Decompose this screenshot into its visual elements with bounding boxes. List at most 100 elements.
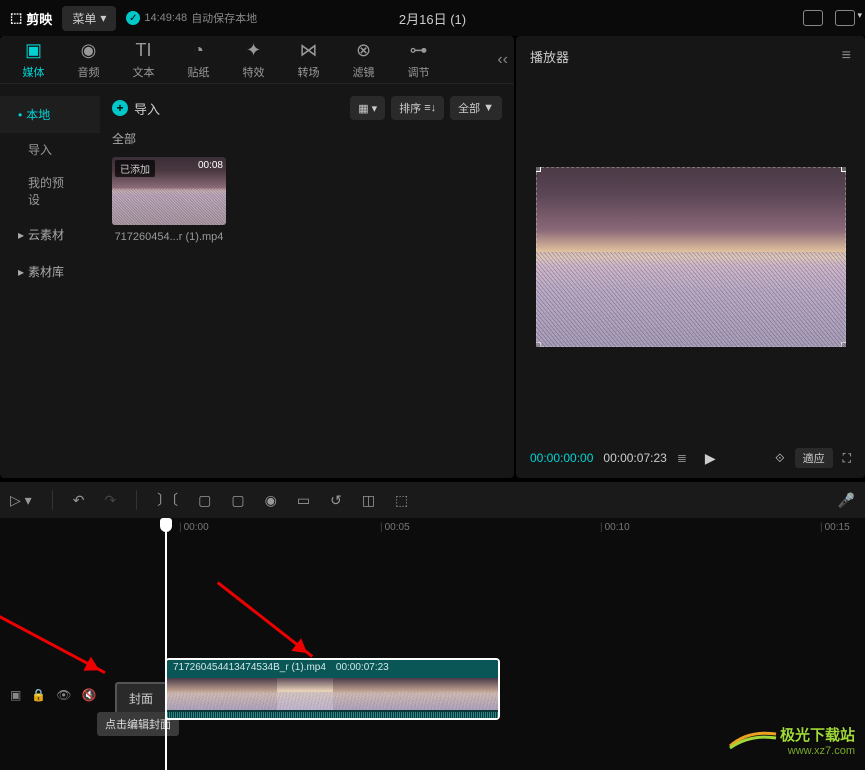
collapse-icon[interactable]: ▣	[10, 688, 21, 702]
handle-top-left[interactable]	[536, 167, 541, 172]
time-total: 00:00:07:23	[603, 451, 666, 465]
all-label: 全部	[458, 100, 480, 116]
tab-media[interactable]: ▣ 媒体	[6, 40, 61, 80]
filter-all-button[interactable]: 全部 ▼	[450, 96, 502, 120]
audio-icon: ◉	[81, 40, 97, 61]
watermark-sub: www.xz7.com	[780, 745, 855, 757]
section-title: 全部	[112, 130, 502, 147]
sort-button[interactable]: 排序 ≡↓	[391, 96, 444, 120]
lock-icon[interactable]: 🔒	[31, 688, 46, 702]
tick-label: 00:05	[380, 522, 410, 533]
top-right-controls: ▾	[803, 10, 855, 26]
timeline-ruler[interactable]: 00:00 00:05 00:10 00:15	[165, 518, 865, 540]
split-icon[interactable]: 〕〔	[157, 490, 178, 510]
freeze-icon[interactable]: ⬚	[395, 492, 408, 509]
redo-button[interactable]: ↷	[104, 492, 116, 509]
mic-icon[interactable]: 🎤	[838, 492, 855, 509]
tab-bar: ▣ 媒体 ◉ 音频 TI 文本 ◔ 贴纸 ✦ 特效 ⋈ 转场	[0, 36, 514, 84]
filter-icon: ▼	[483, 102, 494, 114]
delete-left-icon[interactable]: ▢	[198, 492, 211, 509]
tab-effect[interactable]: ✦ 特效	[226, 40, 281, 80]
clip-thumbnail: 已添加 00:08	[112, 157, 226, 225]
tab-text[interactable]: TI 文本	[116, 40, 171, 80]
menu-button[interactable]: 菜单 ▾	[62, 6, 116, 31]
tick-label: 00:00	[179, 522, 209, 533]
media-clip-item[interactable]: 已添加 00:08 717260454...r (1).mp4	[112, 157, 226, 243]
delete-right-icon[interactable]: ▢	[231, 492, 244, 509]
sidebar-item-preset[interactable]: 我的预设	[0, 166, 100, 216]
sidebar-item-library[interactable]: ▸ 素材库	[0, 253, 100, 290]
tab-label: 媒体	[23, 64, 45, 80]
play-button[interactable]: ▶	[705, 450, 716, 467]
playhead[interactable]	[165, 518, 167, 770]
select-tool-icon[interactable]: ▷ ▾	[10, 492, 32, 509]
tab-adjust[interactable]: ⊶ 调节	[391, 40, 446, 80]
transition-icon: ⋈	[300, 40, 318, 61]
tick-label: 00:15	[820, 522, 850, 533]
sidebar-item-local[interactable]: • 本地	[0, 96, 100, 133]
mute-icon[interactable]: 🔇	[82, 688, 97, 702]
rotate-icon[interactable]: ↺	[330, 492, 342, 509]
sidebar-item-import[interactable]: 导入	[0, 133, 100, 166]
handle-bottom-left[interactable]	[536, 342, 541, 347]
title-bar: ⬚ 剪映 菜单 ▾ ✓ 14:49:48 自动保存本地 2月16日 (1) ▾	[0, 0, 865, 36]
tab-sticker[interactable]: ◔ 贴纸	[171, 40, 226, 80]
preview-frame[interactable]: ↻	[536, 167, 846, 347]
eye-icon[interactable]: 👁	[56, 688, 71, 702]
mirror-icon[interactable]: ▭	[297, 492, 310, 509]
clip-filename: 717260454...r (1).mp4	[112, 231, 226, 243]
handle-bottom-right[interactable]	[841, 342, 846, 347]
check-icon: ✓	[126, 11, 140, 25]
fullscreen-icon[interactable]: ⛶	[843, 451, 851, 466]
player-controls: 00:00:00:00 00:00:07:23 ≣ ▶ ⟐ 適应 ⛶	[516, 438, 865, 478]
focus-icon[interactable]: ⟐	[775, 451, 784, 466]
crop-icon[interactable]: ◫	[362, 492, 375, 509]
cover-button[interactable]: 封面	[115, 682, 167, 715]
filter-icon: ⊗	[356, 40, 371, 61]
timeline-clip[interactable]: 717260454413474534B_r (1).mp4 00:00:07:2…	[165, 658, 500, 720]
adjust-icon: ⊶	[410, 40, 428, 61]
tab-label: 调节	[408, 64, 430, 80]
tab-filter[interactable]: ⊗ 滤镜	[336, 40, 391, 80]
tab-audio[interactable]: ◉ 音频	[61, 40, 116, 80]
import-button[interactable]: + 导入	[112, 99, 160, 118]
player-title: 播放器	[530, 47, 569, 66]
side-label: 本地	[26, 106, 50, 123]
chevron-right-icon: ▸	[18, 228, 24, 242]
watermark-logo-icon	[728, 726, 778, 750]
menu-label: 菜单	[72, 10, 96, 27]
autosave-text: 自动保存本地	[191, 10, 257, 26]
tick-label: 00:10	[600, 522, 630, 533]
layout-icon-1[interactable]	[803, 10, 823, 26]
audio-waveform	[167, 710, 498, 720]
media-panel: ▣ 媒体 ◉ 音频 TI 文本 ◔ 贴纸 ✦ 特效 ⋈ 转场	[0, 36, 514, 478]
layout-icon-2[interactable]: ▾	[835, 10, 855, 26]
watermark: 极光下载站 www.xz7.com	[780, 724, 855, 757]
adapt-button[interactable]: 適应	[795, 448, 833, 468]
player-menu-icon[interactable]: ≡	[842, 47, 851, 65]
clip-header: 717260454413474534B_r (1).mp4 00:00:07:2…	[167, 660, 498, 678]
view-mode-button[interactable]: ▦ ▾	[350, 96, 385, 120]
clip-duration-label: 00:00:07:23	[336, 662, 389, 676]
handle-top-right[interactable]	[841, 167, 846, 172]
content-toolbar: + 导入 ▦ ▾ 排序 ≡↓ 全部 ▼	[112, 96, 502, 120]
media-body: • 本地 导入 我的预设 ▸ 云素材 ▸ 素材库 + 导入	[0, 84, 514, 478]
tab-label: 滤镜	[353, 64, 375, 80]
player-panel: 播放器 ≡ ↻ 00:00:00:00 00:00:07:23 ≣ ▶ ⟐ 適应…	[516, 36, 865, 478]
plus-icon: +	[112, 100, 128, 116]
text-icon: TI	[136, 40, 152, 61]
list-icon[interactable]: ≣	[677, 451, 687, 465]
sidebar-item-cloud[interactable]: ▸ 云素材	[0, 216, 100, 253]
undo-button[interactable]: ↶	[73, 492, 85, 509]
track-controls: ▣ 🔒 👁 🔇	[10, 688, 96, 702]
effect-icon: ✦	[246, 40, 261, 61]
import-label: 导入	[134, 99, 160, 118]
sort-icon: ≡↓	[424, 102, 436, 114]
preview-area[interactable]: ↻	[516, 76, 865, 438]
tab-transition[interactable]: ⋈ 转场	[281, 40, 336, 80]
speed-icon[interactable]: ◉	[265, 492, 277, 509]
sort-label: 排序	[399, 100, 421, 116]
autosave-time: 14:49:48	[144, 12, 187, 24]
collapse-tabs-button[interactable]: ‹‹	[497, 51, 508, 69]
watermark-main: 极光下载站	[780, 724, 855, 745]
